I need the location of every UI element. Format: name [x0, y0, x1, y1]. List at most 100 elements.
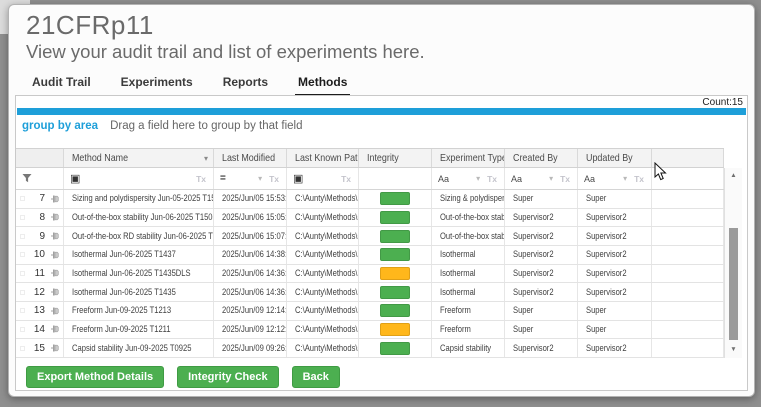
pin-icon[interactable] [50, 306, 60, 316]
tab-audit-trail[interactable]: Audit Trail [29, 73, 94, 97]
cell-filler [652, 339, 724, 357]
table-row[interactable]: 11 Isothermal Jun-06-2025 T1435DLS 2025/… [16, 265, 724, 284]
pin-icon[interactable] [50, 324, 60, 334]
row-header-cell: 8 [16, 209, 64, 227]
cell-updated-by: Supervisor2 [578, 209, 652, 227]
contains-filter-icon[interactable]: ▣ [70, 172, 80, 185]
scroll-down-icon[interactable]: ▼ [725, 344, 742, 356]
row-select-box[interactable] [20, 290, 25, 295]
chevron-down-icon[interactable]: ▾ [258, 174, 262, 183]
text-filter-icon[interactable]: Aa [438, 174, 449, 184]
cell-last-known-path: C:\Aunty\Methods\Is [287, 283, 359, 301]
clear-filter-icon[interactable]: Tx [196, 174, 206, 184]
cell-integrity [359, 265, 432, 283]
cell-method-name: Isothermal Jun-06-2025 T1437 [64, 246, 214, 264]
table-row[interactable]: 14 Freeform Jun-09-2025 T1211 2025/Jun/0… [16, 321, 724, 340]
row-header-cell: 9 [16, 227, 64, 245]
cell-experiment-type: Sizing & polydispers [432, 190, 505, 208]
text-filter-icon[interactable]: Aa [511, 174, 522, 184]
row-select-box[interactable] [20, 234, 25, 239]
row-number: 7 [28, 193, 45, 204]
pin-icon[interactable] [50, 250, 60, 260]
clear-filter-icon[interactable]: Tx [341, 174, 351, 184]
row-select-box[interactable] [20, 196, 25, 201]
pin-icon[interactable] [50, 212, 60, 222]
clear-filter-icon[interactable]: Tx [487, 174, 497, 184]
filter-cell-integrity[interactable] [359, 168, 432, 189]
integrity-badge [380, 211, 410, 224]
group-by-area-link[interactable]: group by area [22, 120, 98, 132]
export-method-details-button[interactable]: Export Method Details [26, 366, 164, 388]
tab-experiments[interactable]: Experiments [118, 73, 196, 97]
row-header-cell: 13 [16, 302, 64, 320]
chevron-down-icon[interactable]: ▾ [549, 174, 553, 183]
table-row[interactable]: 10 Isothermal Jun-06-2025 T1437 2025/Jun… [16, 246, 724, 265]
filter-cell-last-modified[interactable]: = ▾ Tx [214, 168, 287, 189]
text-filter-icon[interactable]: Aa [584, 174, 595, 184]
equals-filter-icon[interactable]: = [220, 173, 226, 184]
scroll-up-icon[interactable]: ▲ [725, 170, 742, 182]
chevron-down-icon[interactable]: ▾ [204, 154, 208, 163]
cell-method-name: Sizing and polydispersity Jun-05-2025 T1… [64, 190, 214, 208]
row-select-box[interactable] [20, 308, 25, 313]
group-by-bar[interactable]: group by areaDrag a field here to group … [22, 120, 303, 132]
tab-reports[interactable]: Reports [220, 73, 271, 97]
tab-methods[interactable]: Methods [295, 73, 350, 97]
pin-icon[interactable] [50, 343, 60, 353]
col-header-last-modified[interactable]: Last Modified [214, 149, 287, 167]
row-select-box[interactable] [20, 346, 25, 351]
row-select-box[interactable] [20, 252, 25, 257]
row-number: 9 [28, 231, 45, 242]
col-header-created-by[interactable]: Created By [505, 149, 578, 167]
col-header-experiment-type[interactable]: Experiment Type [432, 149, 505, 167]
clear-filter-icon[interactable]: Tx [560, 174, 570, 184]
col-header-last-known-path[interactable]: Last Known Path [287, 149, 359, 167]
vertical-scrollbar[interactable]: ▲ ▼ [724, 168, 742, 358]
pin-icon[interactable] [50, 287, 60, 297]
cell-last-modified: 2025/Jun/06 15:07:17 [214, 227, 287, 245]
chevron-down-icon[interactable]: ▾ [623, 174, 627, 183]
col-header-method-name[interactable]: Method Name ▾ [64, 149, 214, 167]
row-header-cell: 11 [16, 265, 64, 283]
tab-bar: Audit Trail Experiments Reports Methods [29, 73, 350, 97]
integrity-check-button[interactable]: Integrity Check [177, 366, 278, 388]
page-title: 21CFRp11 [26, 10, 154, 41]
row-select-box[interactable] [20, 327, 25, 332]
cell-created-by: Super [505, 302, 578, 320]
table-row[interactable]: 8 Out-of-the-box stability Jun-06-2025 T… [16, 209, 724, 228]
table-row[interactable]: 15 Capsid stability Jun-09-2025 T0925 20… [16, 339, 724, 358]
row-select-box[interactable] [20, 271, 25, 276]
cell-integrity [359, 190, 432, 208]
integrity-badge [380, 230, 410, 243]
filter-cell-method-name[interactable]: ▣ Tx [64, 168, 214, 189]
pin-icon[interactable] [50, 231, 60, 241]
row-number: 13 [28, 305, 45, 316]
cell-filler [652, 209, 724, 227]
filter-cell-rowheader[interactable] [16, 168, 64, 189]
row-select-box[interactable] [20, 215, 25, 220]
filter-cell-last-known-path[interactable]: ▣ Tx [287, 168, 359, 189]
filter-cell-created-by[interactable]: Aa ▾ Tx [505, 168, 578, 189]
cell-filler [652, 246, 724, 264]
back-button[interactable]: Back [292, 366, 340, 388]
filter-funnel-icon[interactable] [22, 170, 32, 188]
pin-icon[interactable] [50, 268, 60, 278]
clear-filter-icon[interactable]: Tx [634, 174, 644, 184]
row-number: 12 [28, 287, 45, 298]
col-header-integrity[interactable]: Integrity [359, 149, 432, 167]
contains-filter-icon[interactable]: ▣ [293, 172, 303, 185]
filter-cell-experiment-type[interactable]: Aa ▾ Tx [432, 168, 505, 189]
col-header-updated-by[interactable]: Updated By [578, 149, 652, 167]
cell-created-by: Supervisor2 [505, 265, 578, 283]
filter-cell-updated-by[interactable]: Aa ▾ Tx [578, 168, 652, 189]
table-row[interactable]: 7 Sizing and polydispersity Jun-05-2025 … [16, 190, 724, 209]
chevron-down-icon[interactable]: ▾ [476, 174, 480, 183]
pin-icon[interactable] [50, 194, 60, 204]
scrollbar-thumb[interactable] [729, 228, 738, 340]
cell-last-modified: 2025/Jun/06 14:36:05 [214, 283, 287, 301]
table-row[interactable]: 9 Out-of-the-box RD stability Jun-06-202… [16, 227, 724, 246]
cell-updated-by: Supervisor2 [578, 339, 652, 357]
table-row[interactable]: 13 Freeform Jun-09-2025 T1213 2025/Jun/0… [16, 302, 724, 321]
table-row[interactable]: 12 Isothermal Jun-06-2025 T1435 2025/Jun… [16, 283, 724, 302]
clear-filter-icon[interactable]: Tx [269, 174, 279, 184]
